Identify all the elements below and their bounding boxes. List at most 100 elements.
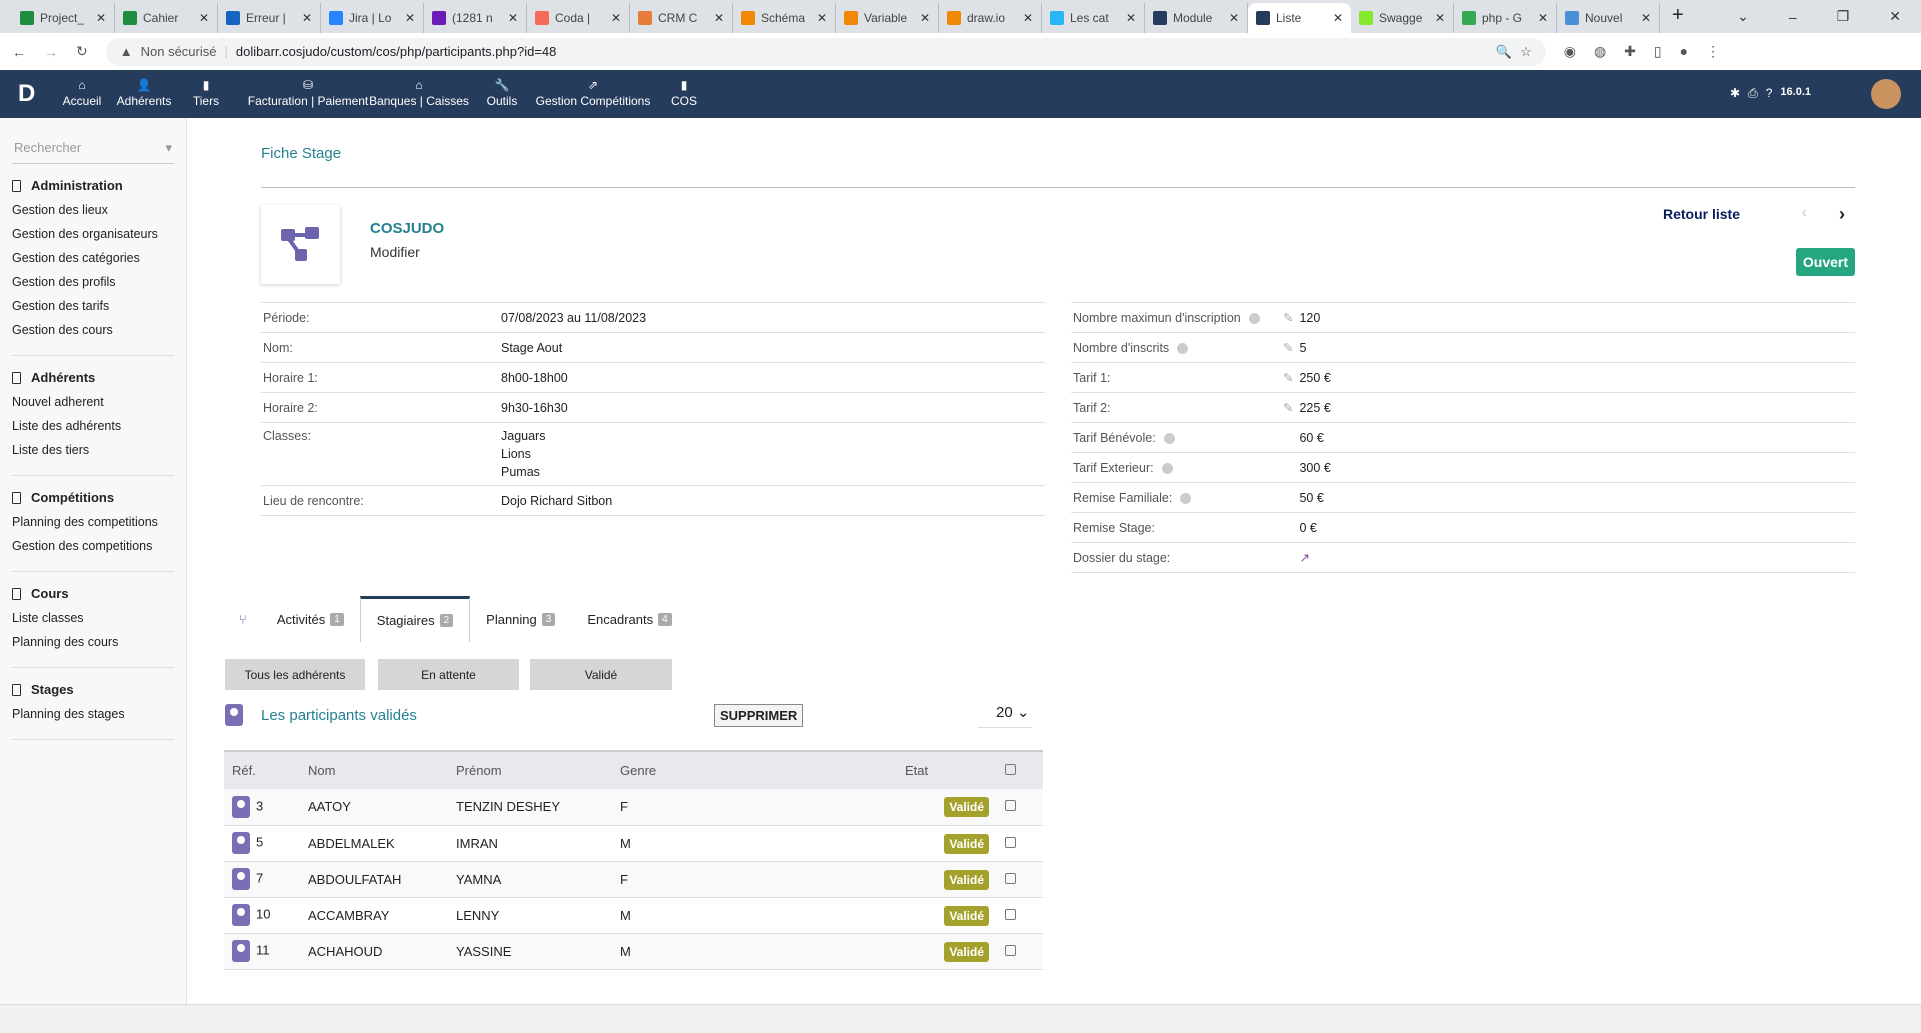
sidebar-item[interactable]: Nouvel adherent xyxy=(12,393,174,417)
close-tab-icon[interactable]: ✕ xyxy=(1126,11,1136,25)
row-checkbox[interactable] xyxy=(1005,836,1016,848)
edit-pencil-icon[interactable]: ✎ xyxy=(1283,311,1293,325)
close-tab-icon[interactable]: ✕ xyxy=(1023,11,1033,25)
back-to-list-link[interactable]: Retour liste xyxy=(1663,206,1740,222)
member-icon[interactable] xyxy=(232,832,250,854)
column-header[interactable]: Genre xyxy=(612,750,897,789)
member-icon[interactable] xyxy=(232,868,250,890)
column-header[interactable]: Réf. xyxy=(224,750,300,789)
reload-icon[interactable]: ↻ xyxy=(76,43,88,60)
sidebar-item[interactable]: Gestion des organisateurs xyxy=(12,225,174,249)
close-tab-icon[interactable]: ✕ xyxy=(1435,11,1445,25)
close-tab-icon[interactable]: ✕ xyxy=(508,11,518,25)
tab-planning[interactable]: Planning 3 xyxy=(470,596,571,642)
minimize-button[interactable]: – xyxy=(1789,9,1797,25)
edit-pencil-icon[interactable]: ✎ xyxy=(1283,401,1293,415)
close-tab-icon[interactable]: ✕ xyxy=(96,11,106,25)
nav-item[interactable]: ⛁ Facturation | Paiement xyxy=(248,78,369,108)
column-header[interactable]: Nom xyxy=(300,750,448,789)
sidebar-item[interactable]: Gestion des catégories xyxy=(12,249,174,273)
column-header[interactable]: Etat xyxy=(897,750,997,789)
close-tab-icon[interactable]: ✕ xyxy=(302,11,312,25)
browser-tab[interactable]: Project_ ✕ xyxy=(12,3,115,33)
edit-pencil-icon[interactable]: ✎ xyxy=(1283,371,1293,385)
dolibarr-logo[interactable]: D xyxy=(18,80,35,108)
search-select[interactable]: Rechercher ▾ xyxy=(12,140,174,164)
browser-tab[interactable]: Erreur | ✕ xyxy=(218,3,321,33)
close-tab-icon[interactable]: ✕ xyxy=(1229,11,1239,25)
url-text[interactable]: dolibarr.cosjudo/custom/cos/php/particip… xyxy=(236,44,557,59)
filter-button[interactable]: En attente xyxy=(378,659,519,690)
select-all-checkbox[interactable] xyxy=(1005,764,1016,775)
back-icon[interactable]: ← xyxy=(12,44,26,60)
zoom-icon[interactable]: 🔍 xyxy=(1496,44,1512,60)
close-tab-icon[interactable]: ✕ xyxy=(1333,11,1343,25)
url-bar[interactable]: ▲ Non sécurisé | dolibarr.cosjudo/custom/co… xyxy=(105,37,1546,66)
sidebar-item[interactable]: Planning des cours xyxy=(12,633,174,657)
sidebar-item[interactable]: Gestion des profils xyxy=(12,273,174,297)
bookmark-star-icon[interactable]: ☆ xyxy=(1520,44,1532,60)
user-avatar[interactable] xyxy=(1871,79,1901,109)
sidebar-group-title[interactable]: Cours xyxy=(12,586,174,601)
help-icon[interactable]: ? xyxy=(1766,86,1773,101)
tab-search-icon[interactable]: ⌄ xyxy=(1737,8,1749,25)
close-tab-icon[interactable]: ✕ xyxy=(817,11,827,25)
new-tab-icon[interactable]: + xyxy=(1660,4,1696,33)
sidebar-item[interactable]: Liste classes xyxy=(12,609,174,633)
info-icon[interactable] xyxy=(1248,312,1260,324)
bug-icon[interactable]: ✱ xyxy=(1730,86,1740,101)
nav-item[interactable]: ⇗ Gestion Compétitions xyxy=(536,78,651,108)
member-icon[interactable] xyxy=(232,940,250,962)
sidebar-group-title[interactable]: Stages xyxy=(12,682,174,697)
puzzle-icon[interactable]: ✚ xyxy=(1624,43,1636,60)
column-header[interactable]: Prénom xyxy=(448,750,612,789)
browser-tab[interactable]: CRM C ✕ xyxy=(630,3,733,33)
close-tab-icon[interactable]: ✕ xyxy=(920,11,930,25)
sidebar-item[interactable]: Gestion des cours xyxy=(12,321,174,345)
next-icon[interactable]: › xyxy=(1839,204,1845,225)
forward-icon[interactable]: → xyxy=(44,44,58,60)
row-checkbox[interactable] xyxy=(1005,908,1016,920)
info-icon[interactable] xyxy=(1180,492,1192,504)
row-checkbox[interactable] xyxy=(1005,944,1016,956)
row-checkbox[interactable] xyxy=(1005,872,1016,884)
nav-item[interactable]: 👤 Adhérents xyxy=(117,78,172,108)
close-tab-icon[interactable]: ✕ xyxy=(1641,11,1651,25)
extension-icon[interactable]: ◉ xyxy=(1564,43,1576,60)
browser-tab[interactable]: draw.io ✕ xyxy=(939,3,1042,33)
nav-item[interactable]: ▮ COS xyxy=(671,78,697,108)
nav-item[interactable]: ⌂ Accueil xyxy=(63,78,102,108)
profile-icon[interactable]: ● xyxy=(1680,43,1688,60)
browser-tab[interactable]: (1281 n ✕ xyxy=(424,3,527,33)
close-tab-icon[interactable]: ✕ xyxy=(611,11,621,25)
browser-tab[interactable]: Les cat ✕ xyxy=(1042,3,1145,33)
browser-tab[interactable]: Coda | ✕ xyxy=(527,3,630,33)
sidebar-group-title[interactable]: Administration xyxy=(12,178,174,193)
restore-button[interactable]: ❐ xyxy=(1837,8,1850,25)
sidebar-item[interactable]: Planning des stages xyxy=(12,705,174,729)
nav-item[interactable]: 🔧 Outils xyxy=(487,78,518,108)
ref-link[interactable]: 7 xyxy=(256,870,263,885)
sidebar-item[interactable]: Gestion des competitions xyxy=(12,537,174,561)
sidebar-item[interactable]: Gestion des lieux xyxy=(12,201,174,225)
tab-encadrants[interactable]: Encadrants 4 xyxy=(571,596,687,642)
per-page-select[interactable]: 20 ⌄ xyxy=(978,703,1032,728)
close-tab-icon[interactable]: ✕ xyxy=(405,11,415,25)
browser-tab[interactable]: php - G ✕ xyxy=(1454,3,1557,33)
tab-activités[interactable]: Activités 1 xyxy=(261,596,360,642)
sidebar-item[interactable]: Liste des adhérents xyxy=(12,417,174,441)
nav-item[interactable]: ⌂ Banques | Caisses xyxy=(369,78,469,108)
print-icon[interactable]: ⎙ xyxy=(1748,86,1758,101)
browser-tab[interactable]: Liste ✕ xyxy=(1248,3,1351,33)
ref-link[interactable]: 3 xyxy=(256,798,263,813)
close-window-button[interactable]: ✕ xyxy=(1889,8,1901,25)
sidepanel-icon[interactable]: ▯ xyxy=(1654,43,1662,60)
browser-tab[interactable]: Cahier ✕ xyxy=(115,3,218,33)
ref-link[interactable]: 5 xyxy=(256,834,263,849)
info-icon[interactable] xyxy=(1161,462,1173,474)
edit-pencil-icon[interactable]: ✎ xyxy=(1283,341,1293,355)
abp-icon[interactable]: ◍ xyxy=(1594,43,1606,60)
modify-link[interactable]: Modifier xyxy=(370,244,420,260)
filter-button[interactable]: Tous les adhérents xyxy=(225,659,365,690)
close-tab-icon[interactable]: ✕ xyxy=(199,11,209,25)
